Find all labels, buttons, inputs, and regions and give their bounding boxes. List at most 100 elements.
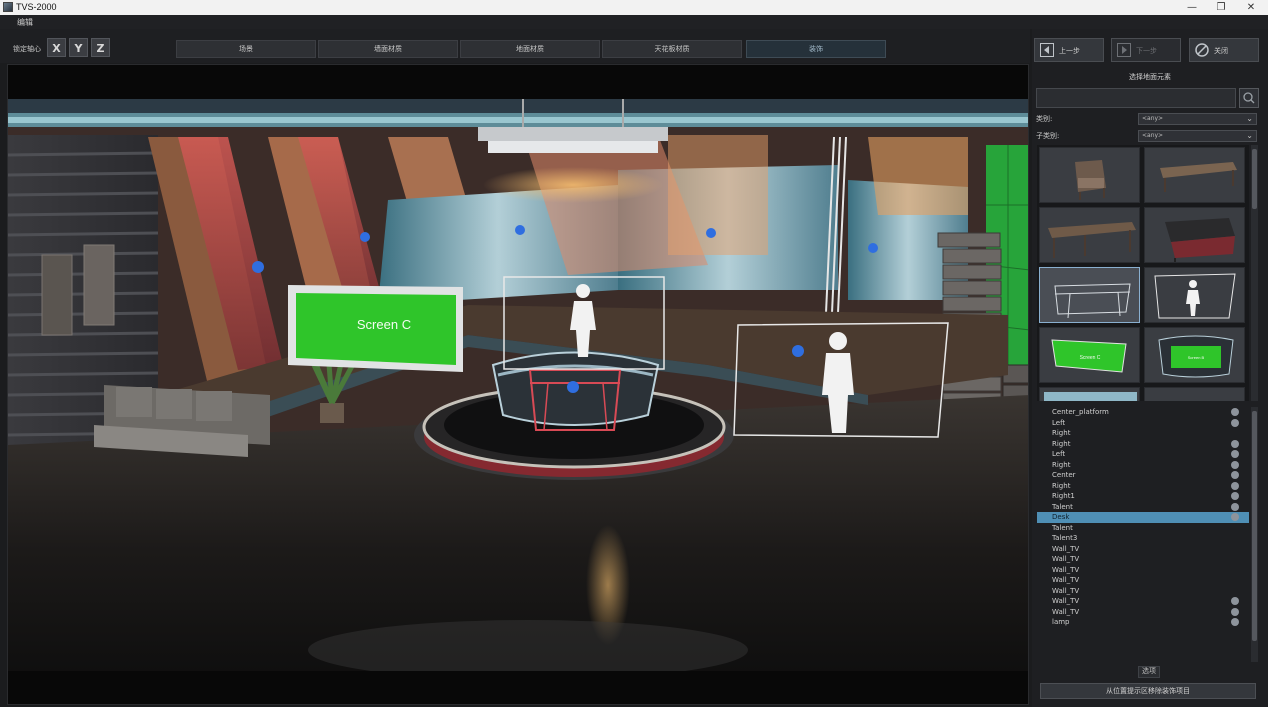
visibility-dot-icon[interactable]: [1231, 607, 1239, 616]
visibility-dot-icon[interactable]: [1231, 492, 1239, 500]
list-item[interactable]: Right: [1037, 439, 1249, 450]
forward-icon: [1117, 43, 1131, 57]
thumb-screen-label-2: Screen B: [1188, 355, 1205, 360]
list-item-label: Wall_TV: [1052, 555, 1080, 563]
list-item-label: Talent: [1052, 523, 1073, 532]
visibility-dot-icon[interactable]: [1231, 597, 1239, 605]
thumb-red-desk[interactable]: [1144, 207, 1245, 263]
app-icon: [3, 2, 13, 12]
visibility-dot-icon[interactable]: [1231, 439, 1239, 448]
tab-ceiling-material[interactable]: 天花板材质: [602, 40, 742, 58]
thumb-anchor-desk-screen[interactable]: Screen B: [1144, 327, 1245, 383]
list-item[interactable]: Talent3: [1037, 533, 1249, 544]
minimize-button[interactable]: —: [1177, 0, 1207, 15]
list-item[interactable]: Wall_TV: [1037, 565, 1249, 576]
list-item-label: Wall_TV: [1052, 544, 1080, 553]
3d-viewport[interactable]: Screen C: [7, 64, 1029, 705]
next-step-button[interactable]: 下一步: [1111, 38, 1181, 62]
list-item-label: Left: [1052, 450, 1066, 458]
list-item[interactable]: Wall_TV: [1037, 554, 1249, 565]
list-item[interactable]: Wall_TV: [1037, 544, 1249, 555]
thumb-studio-element[interactable]: [1039, 387, 1140, 401]
list-item-label: Wall_TV: [1052, 607, 1080, 616]
axis-z-button[interactable]: Z: [91, 38, 110, 57]
item-list-scrollbar[interactable]: [1251, 407, 1258, 662]
list-item[interactable]: Talent: [1037, 502, 1249, 513]
list-item-label: Talent: [1052, 502, 1073, 511]
thumb-talent-placeholder[interactable]: [1144, 267, 1245, 323]
screen-c-label: Screen C: [357, 317, 411, 332]
restore-button[interactable]: ❐: [1206, 0, 1236, 15]
subcategory-label: 子类别:: [1036, 132, 1060, 140]
menu-edit[interactable]: 编辑: [17, 17, 33, 28]
close-window-button[interactable]: ✕: [1236, 0, 1266, 15]
visibility-dot-icon[interactable]: [1231, 513, 1239, 521]
list-item-label: Desk: [1052, 513, 1070, 521]
close-button[interactable]: 关闭: [1189, 38, 1259, 62]
axis-x-button[interactable]: X: [47, 38, 66, 57]
list-item-label: Right: [1052, 460, 1071, 469]
title-bar: TVS-2000 — ❐ ✕: [0, 0, 1268, 15]
options-label[interactable]: 选项: [1138, 666, 1160, 678]
category-label: 类别:: [1036, 115, 1053, 123]
list-item[interactable]: Right: [1037, 460, 1249, 471]
axis-y-button[interactable]: Y: [69, 38, 88, 57]
list-item-label: Right1: [1052, 492, 1075, 500]
thumb-glass-desk[interactable]: [1039, 267, 1140, 323]
thumb-screen-label: Screen C: [1080, 355, 1101, 361]
list-item[interactable]: Left: [1037, 449, 1249, 460]
thumb-studio-element[interactable]: [1144, 387, 1245, 401]
list-item[interactable]: Wall_TV: [1037, 586, 1249, 597]
menu-bar: 编辑: [0, 15, 1268, 29]
element-thumbnails: Screen C Screen B: [1037, 145, 1249, 401]
visibility-dot-icon[interactable]: [1231, 450, 1239, 458]
tab-decoration[interactable]: 装饰: [746, 40, 886, 58]
thumbnails-scrollbar[interactable]: [1251, 145, 1258, 401]
list-item-label: Wall_TV: [1052, 586, 1080, 595]
visibility-dot-icon[interactable]: [1231, 618, 1239, 626]
thumb-long-table[interactable]: [1144, 147, 1245, 203]
subcategory-select[interactable]: <any> ⌄: [1138, 130, 1257, 142]
remove-decoration-button[interactable]: 从位置提示区移除装饰项目: [1040, 683, 1256, 699]
back-icon: [1040, 43, 1054, 57]
list-item[interactable]: Left: [1037, 418, 1249, 429]
list-item[interactable]: lamp: [1037, 617, 1249, 628]
list-item-label: Center_platform: [1052, 408, 1109, 416]
list-item[interactable]: Wall_TV: [1037, 575, 1249, 586]
visibility-dot-icon[interactable]: [1231, 502, 1239, 511]
thumb-armchair[interactable]: [1039, 147, 1140, 203]
search-input[interactable]: [1036, 88, 1236, 108]
search-button[interactable]: [1239, 88, 1259, 108]
list-item[interactable]: Talent: [1037, 523, 1249, 534]
search-icon: [1243, 92, 1255, 104]
visibility-dot-icon[interactable]: [1231, 481, 1239, 490]
list-item[interactable]: Right: [1037, 428, 1249, 439]
list-item-label: Right: [1052, 439, 1071, 448]
list-item[interactable]: Wall_TV: [1037, 607, 1249, 618]
tab-scene[interactable]: 场景: [176, 40, 316, 58]
list-item-label: Left: [1052, 418, 1066, 427]
visibility-dot-icon[interactable]: [1231, 408, 1239, 416]
tab-wall-material[interactable]: 墙面材质: [318, 40, 458, 58]
list-item-label: Center: [1052, 471, 1076, 479]
list-item[interactable]: Center_platform: [1037, 407, 1249, 418]
subcategory-value: <any>: [1142, 132, 1164, 139]
tab-floor-material[interactable]: 地面材质: [460, 40, 600, 58]
prev-step-button[interactable]: 上一步: [1034, 38, 1104, 62]
list-item[interactable]: Center: [1037, 470, 1249, 481]
list-item[interactable]: Right: [1037, 481, 1249, 492]
visibility-dot-icon[interactable]: [1231, 460, 1239, 469]
category-select[interactable]: <any> ⌄: [1138, 113, 1257, 125]
list-item[interactable]: Wall_TV: [1037, 596, 1249, 607]
prev-step-label: 上一步: [1059, 47, 1080, 55]
next-step-label: 下一步: [1136, 47, 1157, 55]
thumb-screen-c[interactable]: Screen C: [1039, 327, 1140, 383]
block-icon: [1195, 43, 1209, 57]
list-item[interactable]: Right1: [1037, 491, 1249, 502]
lock-axis-label: 锁定轴心: [13, 45, 41, 53]
visibility-dot-icon[interactable]: [1231, 418, 1239, 427]
visibility-dot-icon[interactable]: [1231, 471, 1239, 479]
list-item[interactable]: Desk: [1037, 512, 1249, 523]
thumb-wooden-table[interactable]: [1039, 207, 1140, 263]
chevron-down-icon: ⌄: [1246, 114, 1253, 123]
